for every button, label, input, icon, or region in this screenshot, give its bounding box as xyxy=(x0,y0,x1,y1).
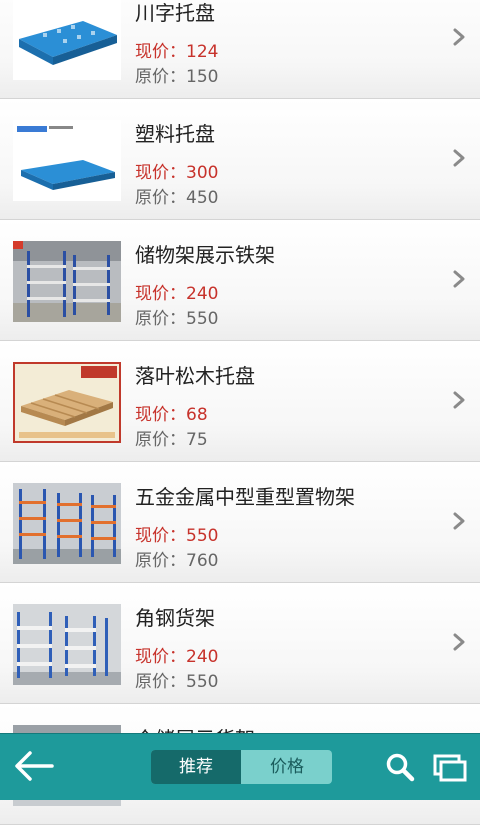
current-price-value: 68 xyxy=(186,405,208,425)
product-image xyxy=(13,362,121,443)
current-price: 现价：300 xyxy=(135,158,218,183)
current-price: 现价：68 xyxy=(135,400,208,425)
list-item[interactable]: 角钢货架 现价：240 原价：550 xyxy=(0,583,480,704)
current-price-value: 240 xyxy=(186,284,219,304)
original-price: 原价：550 xyxy=(135,304,218,329)
product-title: 塑料托盘 xyxy=(135,122,215,146)
list-item[interactable]: 五金金属中型重型置物架 现价：550 原价：760 xyxy=(0,462,480,583)
chevron-right-icon xyxy=(452,511,466,531)
product-image xyxy=(13,241,121,322)
current-price-label: 现价： xyxy=(135,405,186,425)
current-price: 现价：240 xyxy=(135,279,218,304)
back-arrow-icon[interactable] xyxy=(12,748,56,784)
chevron-right-icon xyxy=(452,269,466,289)
tab-recommended[interactable]: 推荐 xyxy=(151,750,241,784)
current-price-value: 240 xyxy=(186,647,219,667)
product-image xyxy=(13,0,121,80)
original-price-label: 原价： xyxy=(135,430,186,450)
original-price-value: 150 xyxy=(186,67,219,87)
original-price: 原价：760 xyxy=(135,546,218,571)
windows-icon[interactable] xyxy=(432,752,468,784)
sort-tabs: 推荐 价格 xyxy=(151,750,332,784)
original-price-value: 75 xyxy=(186,430,208,450)
original-price: 原价：150 xyxy=(135,62,218,87)
current-price-label: 现价： xyxy=(135,163,186,183)
current-price-value: 300 xyxy=(186,163,219,183)
chevron-right-icon xyxy=(452,632,466,652)
chevron-right-icon xyxy=(452,390,466,410)
list-item[interactable]: 落叶松木托盘 现价：68 原价：75 xyxy=(0,341,480,462)
current-price-label: 现价： xyxy=(135,284,186,304)
product-title: 落叶松木托盘 xyxy=(135,364,255,388)
original-price-value: 550 xyxy=(186,309,219,329)
original-price-label: 原价： xyxy=(135,188,186,208)
original-price: 原价：450 xyxy=(135,183,218,208)
list-item[interactable]: 储物架展示铁架 现价：240 原价：550 xyxy=(0,220,480,341)
original-price-label: 原价： xyxy=(135,551,186,571)
product-image xyxy=(13,120,121,201)
list-item[interactable]: 川字托盘 现价：124 原价：150 xyxy=(0,0,480,99)
original-price-value: 550 xyxy=(186,672,219,692)
bottom-toolbar: 推荐 价格 xyxy=(0,733,480,800)
current-price-label: 现价： xyxy=(135,647,186,667)
product-title: 五金金属中型重型置物架 xyxy=(135,485,355,509)
current-price-label: 现价： xyxy=(135,526,186,546)
tab-price[interactable]: 价格 xyxy=(242,750,332,784)
current-price-value: 124 xyxy=(186,42,219,62)
original-price-label: 原价： xyxy=(135,672,186,692)
original-price: 原价：75 xyxy=(135,425,208,450)
chevron-right-icon xyxy=(452,27,466,47)
current-price: 现价：124 xyxy=(135,37,218,62)
list-item[interactable]: 塑料托盘 现价：300 原价：450 xyxy=(0,99,480,220)
original-price-label: 原价： xyxy=(135,67,186,87)
product-title: 角钢货架 xyxy=(135,606,215,630)
current-price-label: 现价： xyxy=(135,42,186,62)
search-icon[interactable] xyxy=(384,751,416,783)
product-image xyxy=(13,483,121,564)
product-title: 川字托盘 xyxy=(135,1,215,25)
current-price: 现价：550 xyxy=(135,521,218,546)
product-title: 储物架展示铁架 xyxy=(135,243,275,267)
original-price-value: 760 xyxy=(186,551,219,571)
original-price-value: 450 xyxy=(186,188,219,208)
original-price: 原价：550 xyxy=(135,667,218,692)
original-price-label: 原价： xyxy=(135,309,186,329)
current-price: 现价：240 xyxy=(135,642,218,667)
chevron-right-icon xyxy=(452,148,466,168)
current-price-value: 550 xyxy=(186,526,219,546)
product-list: 川字托盘 现价：124 原价：150 塑料托盘 现价：300 原价：450 储物… xyxy=(0,0,480,825)
product-image xyxy=(13,604,121,685)
